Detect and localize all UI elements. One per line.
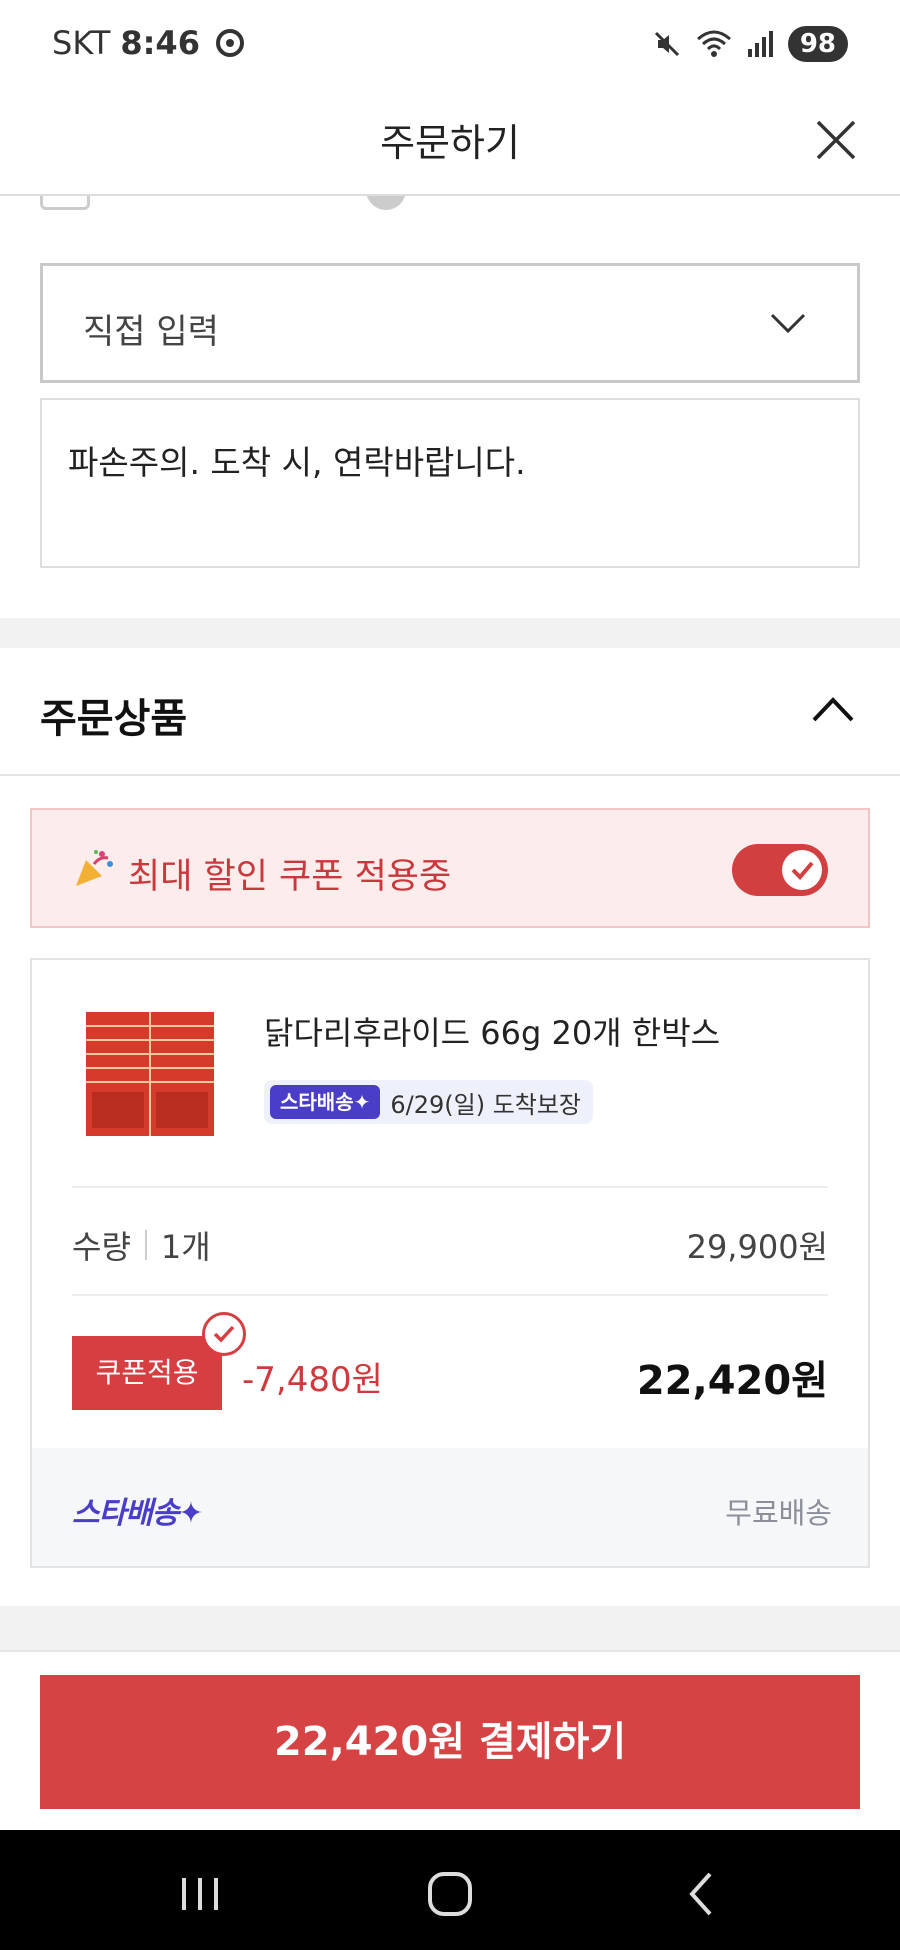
home-icon[interactable] — [420, 1864, 480, 1924]
product-image — [82, 1006, 218, 1142]
toggle-knob — [782, 850, 822, 890]
discount-amount: -7,480원 — [242, 1360, 383, 1400]
section-divider — [0, 1606, 900, 1650]
close-icon[interactable] — [808, 112, 864, 168]
system-nav-bar — [0, 1830, 900, 1950]
battery-indicator: 98 — [787, 26, 848, 62]
separator — [144, 1230, 147, 1260]
delivery-date: 6/29(일) 도착보장 — [390, 1090, 582, 1119]
coupon-check-icon — [202, 1312, 246, 1356]
page-title: 주문하기 — [380, 121, 520, 165]
chevron-down-icon — [770, 313, 806, 334]
star-delivery-badge: 스타배송✦ — [270, 1085, 381, 1119]
shipping-fee: 무료배송 — [725, 1496, 832, 1530]
quantity-value: 1개 — [160, 1228, 211, 1266]
divider — [72, 1294, 828, 1296]
recent-apps-icon[interactable] — [170, 1864, 230, 1924]
section-title: 주문상품 — [40, 696, 188, 742]
delivery-request-select[interactable]: 직접 입력 — [40, 263, 860, 383]
order-items-header[interactable]: 주문상품 — [0, 648, 900, 776]
final-price: 22,420원 — [636, 1358, 828, 1404]
divider — [72, 1186, 828, 1188]
delivery-guarantee-badge: 스타배송✦ 6/29(일) 도착보장 — [264, 1080, 594, 1124]
clock: 8:46 — [120, 24, 200, 62]
signal-icon — [747, 31, 773, 57]
check-icon — [791, 861, 814, 880]
help-icon[interactable] — [366, 196, 406, 210]
coupon-toggle[interactable] — [732, 844, 828, 896]
clipped-checkbox-row — [0, 196, 900, 216]
carrier-label: SKT — [52, 24, 111, 62]
back-icon[interactable] — [672, 1864, 732, 1924]
check-icon — [213, 1325, 235, 1343]
delivery-request-value: 직접 입력 — [83, 312, 219, 352]
divider — [0, 1650, 900, 1652]
delivery-memo-field[interactable]: 파손주의. 도착 시, 연락바랍니다. — [40, 398, 860, 568]
product-card: 닭다리후라이드 66g 20개 한박스 스타배송✦ 6/29(일) 도착보장 수… — [30, 958, 870, 1568]
product-name: 닭다리후라이드 66g 20개 한박스 — [264, 1014, 721, 1052]
delivery-memo-text: 파손주의. 도착 시, 연락바랍니다. — [68, 443, 526, 482]
shipping-info: 스타배송✦ 무료배송 — [32, 1448, 868, 1566]
wifi-icon — [696, 30, 731, 57]
checkbox[interactable] — [40, 196, 90, 210]
original-price: 29,900원 — [686, 1228, 828, 1266]
chevron-up-icon[interactable] — [810, 692, 856, 726]
page-header: 주문하기 — [0, 90, 900, 196]
coupon-apply-button[interactable]: 쿠폰적용 — [72, 1336, 222, 1410]
quantity-row: 수량 1개 — [72, 1222, 211, 1268]
coupon-banner-text: 최대 할인 쿠폰 적용중 — [128, 857, 452, 897]
quantity-label: 수량 — [72, 1228, 131, 1266]
pay-button[interactable]: 22,420원 결제하기 — [40, 1675, 860, 1809]
camera-notification-icon — [215, 29, 244, 57]
party-popper-icon — [76, 850, 113, 886]
star-delivery-logo: 스타배송✦ — [72, 1496, 204, 1531]
section-divider — [0, 618, 900, 648]
mute-icon — [654, 31, 679, 57]
status-bar: SKT 8:46 98 — [0, 0, 900, 90]
coupon-applied-banner: 최대 할인 쿠폰 적용중 — [30, 808, 870, 928]
